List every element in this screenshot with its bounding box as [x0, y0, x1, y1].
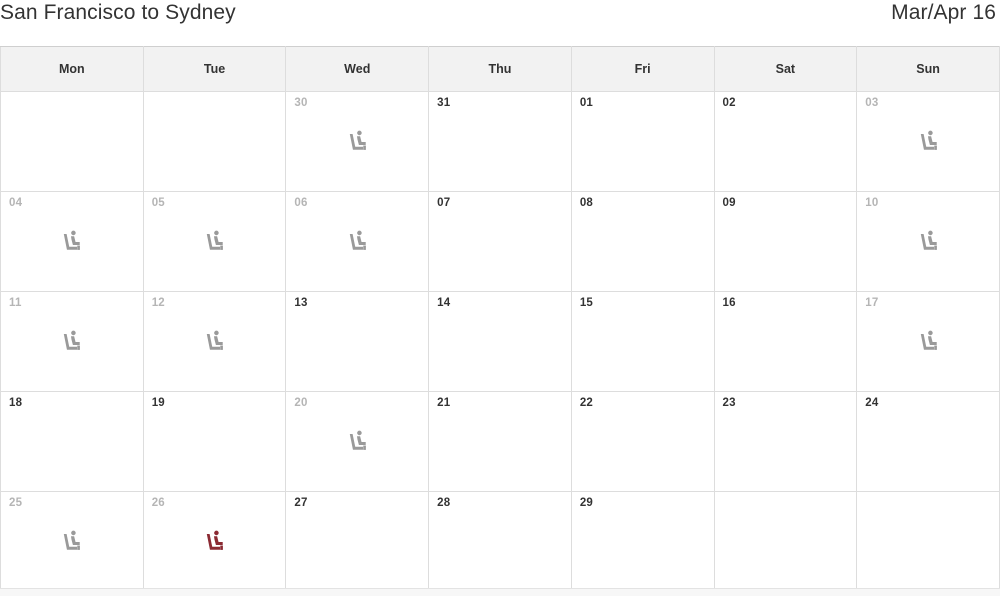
- calendar-day-cell-20[interactable]: 20: [285, 391, 430, 492]
- calendar-day-cell-15[interactable]: 15: [570, 291, 715, 392]
- day-number: 17: [865, 297, 879, 309]
- day-number: 06: [294, 197, 308, 209]
- day-number: 20: [294, 397, 308, 409]
- airline-seat-icon[interactable]: [286, 126, 428, 156]
- day-number: 30: [294, 97, 308, 109]
- day-number: 24: [865, 397, 879, 409]
- day-number: 23: [722, 397, 736, 409]
- page-header: San Francisco to Sydney Mar/Apr 16: [0, 0, 1000, 46]
- flight-calendar-page: San Francisco to Sydney Mar/Apr 16 Mon Tu…: [0, 0, 1000, 596]
- calendar-day-cell-26[interactable]: 26: [142, 491, 287, 592]
- calendar-day-cell-empty: [713, 491, 858, 592]
- calendar-day-cell-10[interactable]: 10: [856, 191, 1000, 292]
- calendar-weekday-header-thu: Thu: [428, 46, 572, 92]
- calendar-day-cell-06[interactable]: 06: [285, 191, 430, 292]
- day-number: 18: [9, 397, 23, 409]
- calendar-weekday-header-mon: Mon: [0, 46, 144, 92]
- day-number: 02: [722, 97, 736, 109]
- calendar-day-cell-18[interactable]: 18: [0, 391, 144, 492]
- airline-seat-icon[interactable]: [1, 526, 143, 556]
- calendar-weekday-header-tue: Tue: [142, 46, 287, 92]
- calendar-day-cell-02[interactable]: 02: [713, 91, 858, 192]
- calendar-weekday-header-fri: Fri: [570, 46, 715, 92]
- day-number: 26: [151, 497, 165, 509]
- calendar-day-cell-29[interactable]: 29: [570, 491, 715, 592]
- calendar-day-cell-16[interactable]: 16: [713, 291, 858, 392]
- calendar-week-row: 11 12 13 14 15 16 17: [0, 291, 1000, 392]
- airline-seat-icon[interactable]: [857, 226, 999, 256]
- day-number: 08: [579, 197, 594, 209]
- calendar-day-cell-07[interactable]: 07: [428, 191, 572, 292]
- day-number: 05: [151, 197, 165, 209]
- calendar-weekday-header-row: Mon Tue Wed Thu Fri Sat Sun: [0, 46, 1000, 92]
- calendar-day-cell-04[interactable]: 04: [0, 191, 144, 292]
- calendar-day-cell-22[interactable]: 22: [570, 391, 715, 492]
- calendar-day-cell-23[interactable]: 23: [713, 391, 858, 492]
- calendar-weekday-header-wed: Wed: [285, 46, 430, 92]
- calendar-day-cell-14[interactable]: 14: [428, 291, 572, 392]
- calendar-day-cell-13[interactable]: 13: [285, 291, 430, 392]
- calendar-weekday-header-sat: Sat: [713, 46, 858, 92]
- day-number: 28: [437, 497, 451, 509]
- calendar-day-cell-08[interactable]: 08: [570, 191, 715, 292]
- airline-seat-icon[interactable]: [144, 326, 286, 356]
- calendar-day-cell-11[interactable]: 11: [0, 291, 144, 392]
- day-number: 12: [151, 297, 165, 309]
- day-number: 03: [865, 97, 879, 109]
- calendar-day-cell-05[interactable]: 05: [142, 191, 287, 292]
- calendar-day-cell-30[interactable]: 30: [285, 91, 430, 192]
- day-number: 31: [437, 97, 451, 109]
- calendar-day-cell-27[interactable]: 27: [285, 491, 430, 592]
- day-number: 15: [579, 297, 594, 309]
- calendar-weekday-header-sun: Sun: [856, 46, 1000, 92]
- page-title: San Francisco to Sydney: [0, 1, 236, 24]
- day-number: 25: [9, 497, 23, 509]
- airline-seat-icon[interactable]: [1, 226, 143, 256]
- day-number: 04: [9, 197, 23, 209]
- day-number: 09: [722, 197, 736, 209]
- calendar-day-cell-empty: [142, 91, 287, 192]
- airline-seat-icon[interactable]: [286, 426, 428, 456]
- calendar-week-row: 30 31 01 02 03: [0, 91, 1000, 192]
- calendar-day-cell-24[interactable]: 24: [856, 391, 1000, 492]
- day-number: 07: [437, 197, 451, 209]
- day-number: 27: [294, 497, 308, 509]
- calendar-day-cell-31[interactable]: 31: [428, 91, 572, 192]
- calendar-day-cell-25[interactable]: 25: [0, 491, 144, 592]
- calendar-day-cell-01[interactable]: 01: [570, 91, 715, 192]
- day-number: 11: [9, 297, 22, 309]
- airline-seat-icon[interactable]: [144, 526, 286, 556]
- day-number: 22: [579, 397, 594, 409]
- airline-seat-icon[interactable]: [857, 126, 999, 156]
- calendar-day-cell-19[interactable]: 19: [142, 391, 287, 492]
- airline-seat-icon[interactable]: [286, 226, 428, 256]
- calendar-day-cell-12[interactable]: 12: [142, 291, 287, 392]
- day-number: 16: [722, 297, 736, 309]
- day-number: 13: [294, 297, 308, 309]
- calendar-day-cell-28[interactable]: 28: [428, 491, 572, 592]
- day-number: 21: [437, 397, 451, 409]
- day-number: 29: [579, 497, 594, 509]
- airline-seat-icon[interactable]: [1, 326, 143, 356]
- calendar-body: 30 31 01 02 03 04 05 06 07 08 09 10 11 12 13 14 15 16 17 18…: [0, 91, 1000, 592]
- airline-seat-icon[interactable]: [144, 226, 286, 256]
- calendar-week-row: 25 26 27 28 29: [0, 491, 1000, 592]
- footer-strip: [0, 588, 1000, 596]
- calendar-day-cell-21[interactable]: 21: [428, 391, 572, 492]
- calendar-grid: Mon Tue Wed Thu Fri Sat Sun 30 31 01 02 03 04 05 06 07…: [0, 46, 1000, 592]
- calendar-day-cell-09[interactable]: 09: [713, 191, 858, 292]
- day-number: 19: [151, 397, 165, 409]
- day-number: 14: [437, 297, 451, 309]
- calendar-day-cell-03[interactable]: 03: [856, 91, 1000, 192]
- calendar-week-row: 18 19 20 21 22 23 24: [0, 391, 1000, 492]
- calendar-day-cell-empty: [856, 491, 1000, 592]
- period-label: Mar/Apr 16: [891, 1, 996, 24]
- calendar-week-row: 04 05 06 07 08 09 10: [0, 191, 1000, 292]
- calendar-day-cell-17[interactable]: 17: [856, 291, 1000, 392]
- day-number: 01: [579, 97, 594, 109]
- day-number: 10: [865, 197, 879, 209]
- airline-seat-icon[interactable]: [857, 326, 999, 356]
- calendar-day-cell-empty: [0, 91, 144, 192]
